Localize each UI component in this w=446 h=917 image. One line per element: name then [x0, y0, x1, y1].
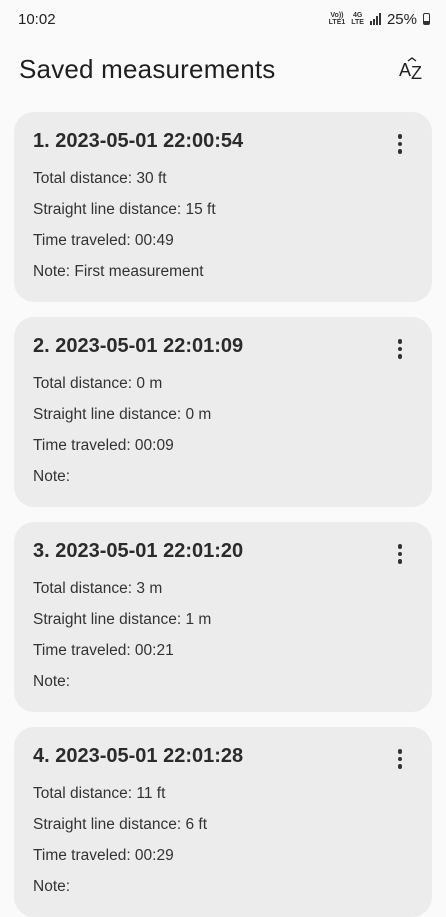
4g-lte-icon: 4G LTE: [351, 12, 364, 26]
more-options-button[interactable]: [388, 132, 412, 156]
battery-percent: 25%: [386, 10, 417, 28]
note: Note:: [33, 673, 71, 690]
page-title: Saved measurements: [19, 53, 276, 84]
clock: 10:02: [18, 10, 56, 28]
more-options-button[interactable]: [388, 337, 412, 361]
measurement-title: 1. 2023-05-01 22:00:54: [33, 130, 244, 152]
status-icons: Vo)) LTE1 4G LTE 25%: [329, 11, 430, 28]
svg-text:Z: Z: [411, 63, 422, 81]
total-distance: Total distance: 30 ft: [33, 170, 167, 187]
sort-alpha-icon: A Z: [399, 57, 422, 81]
measurement-card[interactable]: 1. 2023-05-01 22:00:54 Total distance: 3…: [14, 112, 432, 302]
measurement-card[interactable]: 2. 2023-05-01 22:01:09 Total distance: 0…: [14, 317, 432, 507]
volte-icon: Vo)) LTE1: [328, 12, 346, 26]
time-traveled: Time traveled: 00:29: [33, 847, 174, 864]
note: Note:: [33, 468, 71, 485]
more-options-button[interactable]: [388, 747, 412, 771]
total-distance: Total distance: 11 ft: [33, 785, 166, 802]
straight-line-distance: Straight line distance: 15 ft: [33, 201, 216, 218]
svg-text:A: A: [399, 60, 411, 80]
measurement-card[interactable]: 3. 2023-05-01 22:01:20 Total distance: 3…: [14, 522, 432, 712]
measurement-card[interactable]: 4. 2023-05-01 22:01:28 Total distance: 1…: [14, 727, 432, 917]
signal-icon: [369, 13, 381, 25]
status-bar: 10:02 Vo)) LTE1 4G LTE 25%: [0, 0, 446, 38]
more-options-button[interactable]: [388, 542, 412, 566]
note: Note:: [33, 878, 71, 895]
time-traveled: Time traveled: 00:49: [33, 232, 174, 249]
measurement-title: 4. 2023-05-01 22:01:28: [33, 745, 244, 767]
measurement-title: 3. 2023-05-01 22:01:20: [33, 540, 244, 562]
straight-line-distance: Straight line distance: 0 m: [33, 406, 212, 423]
battery-icon: [423, 13, 430, 25]
straight-line-distance: Straight line distance: 6 ft: [33, 816, 208, 833]
time-traveled: Time traveled: 00:09: [33, 437, 174, 454]
total-distance: Total distance: 0 m: [33, 375, 163, 392]
time-traveled: Time traveled: 00:21: [33, 642, 174, 659]
measurement-title: 2. 2023-05-01 22:01:09: [33, 335, 244, 357]
note: Note: First measurement: [33, 263, 204, 280]
straight-line-distance: Straight line distance: 1 m: [33, 611, 212, 628]
app-bar: Saved measurements A Z: [0, 38, 446, 100]
total-distance: Total distance: 3 m: [33, 580, 163, 597]
measurement-list: 1. 2023-05-01 22:00:54 Total distance: 3…: [0, 100, 446, 917]
sort-alpha-button[interactable]: A Z: [394, 51, 430, 87]
